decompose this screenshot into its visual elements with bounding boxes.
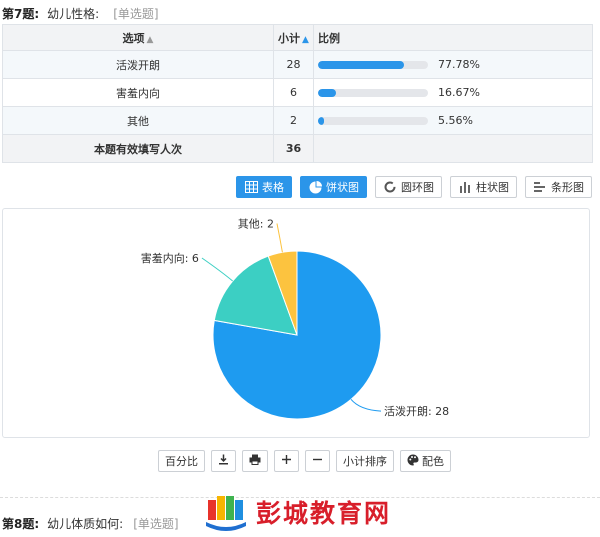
progress-fill [318,116,325,125]
table-icon [244,180,258,194]
question-title: 第7题: 幼儿性格: [单选题] [2,5,159,21]
pie-label-line [350,399,382,412]
table-view-button[interactable]: 表格 [236,176,292,198]
question-number: 第8题: [2,516,40,531]
print-icon [249,454,261,468]
donut-chart-icon [383,180,397,194]
bar-view-button[interactable]: 柱状图 [450,176,517,198]
chart-toolbar: 百分比 小计排序 配色 [158,450,451,472]
watermark-text: 彭城教育网 [256,499,392,528]
palette-icon [407,454,419,469]
pie-chart-icon [308,180,322,194]
percent-text: 5.56% [438,114,473,128]
count-cell: 6 [273,78,314,107]
footer-label: 本题有效填写人次 [2,134,274,163]
view-switcher: 表格 饼状图 圆环图 柱状图 条形图 [236,176,592,198]
progress-bar [318,60,428,69]
question-type: [单选题] [133,516,179,531]
zoom-out-button[interactable] [305,450,330,472]
progress-bar [318,116,428,125]
percent-button[interactable]: 百分比 [158,450,205,472]
ratio-cell: 5.56% [313,106,593,135]
count-cell: 2 [273,106,314,135]
question-type: [单选题] [113,6,159,21]
pie-label-line [276,223,283,253]
color-scheme-button[interactable]: 配色 [400,450,451,472]
option-cell: 活泼开朗 [2,50,274,79]
progress-fill [318,88,337,97]
next-question-title: 第8题: 幼儿体质如何: [单选题] [2,515,179,531]
pie-label-line [201,257,233,282]
plus-icon [281,454,292,468]
pie-slice-label: 害羞内向: 6 [141,251,199,265]
table-header-row: 选项 ▲︎ 小计 ▲︎ 比例 [2,24,593,51]
pie-view-button[interactable]: 饼状图 [300,176,367,198]
column-header-option[interactable]: 选项 ▲︎ [2,24,274,51]
ratio-cell: 77.78% [313,50,593,79]
footer-count: 36 [273,134,314,163]
table-row: 活泼开朗 28 77.78% [2,50,593,79]
download-icon [218,454,229,468]
progress-fill [318,60,404,69]
horizontal-bar-chart-icon [533,180,547,194]
zoom-in-button[interactable] [274,450,299,472]
table-row: 其他 2 5.56% [2,106,593,135]
table-footer-row: 本题有效填写人次 36 [2,134,593,163]
pie-chart: 活泼开朗: 28 害羞内向: 6 其他: 2 [141,217,449,420]
book-logo-icon [204,492,248,532]
print-button[interactable] [242,450,268,472]
question-number: 第7题: [2,6,40,21]
column-header-ratio: 比例 [313,24,593,51]
pie-slice-label: 其他: 2 [238,217,274,230]
question-text: 幼儿性格: [47,6,100,21]
percent-text: 77.78% [438,58,480,72]
pie-slice-label: 活泼开朗: 28 [384,405,449,418]
sort-by-count-button[interactable]: 小计排序 [336,450,394,472]
site-watermark: 彭城教育网 [204,491,404,533]
donut-view-button[interactable]: 圆环图 [375,176,442,198]
option-cell: 害羞内向 [2,78,274,107]
table-row: 害羞内向 6 16.67% [2,78,593,107]
minus-icon [312,454,323,468]
pie-chart-panel: 活泼开朗: 28 害羞内向: 6 其他: 2 [2,208,590,438]
column-header-count[interactable]: 小计 ▲︎ [273,24,314,51]
sort-icon[interactable]: ▲︎ [147,35,154,45]
results-table: 选项 ▲︎ 小计 ▲︎ 比例 活泼开朗 28 77.78% 害羞内向 6 16.67… [2,24,593,163]
download-button[interactable] [211,450,236,472]
horizontal-bar-view-button[interactable]: 条形图 [525,176,592,198]
option-cell: 其他 [2,106,274,135]
bar-chart-icon [458,180,472,194]
percent-text: 16.67% [438,86,480,100]
count-cell: 28 [273,50,314,79]
progress-bar [318,88,428,97]
question-text: 幼儿体质如何: [47,516,124,531]
sort-icon[interactable]: ▲︎ [302,35,309,45]
ratio-cell: 16.67% [313,78,593,107]
